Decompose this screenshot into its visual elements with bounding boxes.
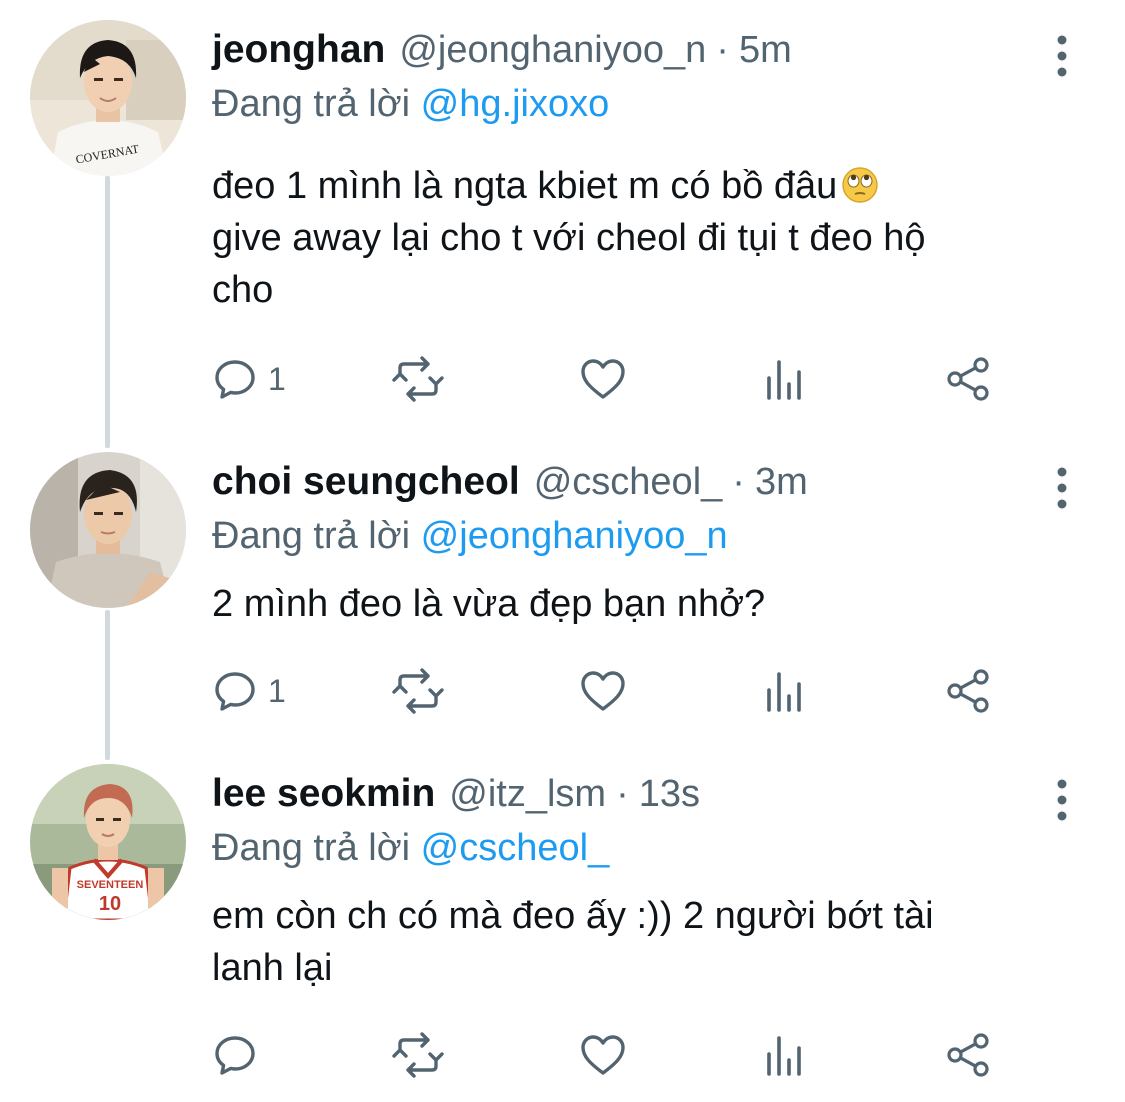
share-button[interactable]: [945, 666, 991, 716]
tweet-text-line: em còn ch có mà đeo ấy :)) 2 người bớt t…: [212, 895, 934, 937]
reply-icon[interactable]: [212, 668, 258, 714]
reply-count: 1: [268, 361, 286, 397]
retweet-button[interactable]: [390, 354, 446, 404]
tweet-text-line: lanh lại: [212, 947, 333, 989]
retweet-icon[interactable]: [390, 356, 446, 402]
tweet-time[interactable]: 5m: [739, 20, 792, 80]
author-name[interactable]: lee seokmin: [212, 764, 435, 824]
tweet-2[interactable]: choi seungcheol @cscheol_ · 3m Đang trả …: [0, 452, 1125, 732]
author-handle[interactable]: @cscheol_: [534, 452, 723, 512]
tweet-actions: 1: [212, 354, 1012, 404]
retweet-button[interactable]: [390, 1030, 446, 1080]
tweet-text-segment: đeo 1 mình là ngta kbiet m có bồ đâu: [212, 165, 838, 207]
replying-to-label: Đang trả lời: [212, 83, 411, 125]
tweet-text-line: cho: [212, 269, 274, 311]
reply-button[interactable]: 1: [212, 666, 286, 716]
tweet-time[interactable]: 3m: [755, 452, 808, 512]
tweet-actions: [212, 1030, 1012, 1080]
avatar-jeonghan[interactable]: COVERNAT: [30, 20, 186, 176]
tweet-1[interactable]: COVERNAT jeonghan @jeonghaniyoo_n · 5m Đ…: [0, 20, 1125, 420]
replying-to: Đang trả lời @hg.jixoxo: [212, 76, 609, 132]
author-name[interactable]: jeonghan: [212, 20, 385, 80]
reply-icon[interactable]: [212, 1032, 258, 1078]
tweet-text-line: đeo 1 mình là ngta kbiet m có bồ đâu: [212, 160, 1092, 212]
views-button[interactable]: [765, 666, 805, 716]
separator-dot: ·: [716, 29, 729, 71]
reply-button[interactable]: 1: [212, 354, 286, 404]
share-icon[interactable]: [945, 1032, 991, 1078]
avatar-jersey-text: SEVENTEEN: [77, 879, 144, 891]
views-icon[interactable]: [765, 668, 805, 714]
views-button[interactable]: [765, 1030, 805, 1080]
reply-count: 1: [268, 673, 286, 709]
tweet-header: choi seungcheol @cscheol_ · 3m: [212, 452, 808, 512]
retweet-icon[interactable]: [390, 1032, 446, 1078]
views-icon[interactable]: [765, 1032, 805, 1078]
separator-dot: ·: [616, 773, 629, 815]
tweet-text: 2 mình đeo là vừa đẹp bạn nhở?: [212, 578, 1092, 630]
author-handle[interactable]: @itz_lsm: [449, 764, 606, 824]
share-button[interactable]: [945, 1030, 991, 1080]
tweet-text-line: give away lại cho t với cheol đi tụi t đ…: [212, 217, 926, 259]
replying-to: Đang trả lời @jeonghaniyoo_n: [212, 508, 728, 564]
author-handle[interactable]: @jeonghaniyoo_n: [399, 20, 706, 80]
tweet-header: lee seokmin @itz_lsm · 13s: [212, 764, 700, 824]
tweet-text: đeo 1 mình là ngta kbiet m có bồ đâu giv…: [212, 160, 1092, 316]
like-button[interactable]: [579, 1030, 627, 1080]
more-icon[interactable]: [1048, 466, 1076, 510]
tweet-header: jeonghan @jeonghaniyoo_n · 5m: [212, 20, 792, 80]
retweet-button[interactable]: [390, 666, 446, 716]
retweet-icon[interactable]: [390, 668, 446, 714]
replying-to-handle[interactable]: @hg.jixoxo: [421, 83, 610, 125]
avatar-jersey-number: 10: [99, 893, 121, 915]
replying-to: Đang trả lời @cscheol_: [212, 820, 609, 876]
tweet-3[interactable]: SEVENTEEN 10 lee seokmin @itz_lsm · 13s …: [0, 764, 1125, 1094]
share-icon[interactable]: [945, 668, 991, 714]
tweet-text: em còn ch có mà đeo ấy :)) 2 người bớt t…: [212, 890, 1092, 994]
views-button[interactable]: [765, 354, 805, 404]
avatar-lee-seokmin[interactable]: SEVENTEEN 10: [30, 764, 186, 920]
avatar-choi-seungcheol[interactable]: [30, 452, 186, 608]
more-icon[interactable]: [1048, 778, 1076, 822]
replying-to-handle[interactable]: @jeonghaniyoo_n: [421, 515, 728, 557]
author-name[interactable]: choi seungcheol: [212, 452, 520, 512]
like-icon[interactable]: [579, 356, 627, 402]
share-icon[interactable]: [945, 356, 991, 402]
separator-dot: ·: [732, 461, 745, 503]
like-icon[interactable]: [579, 668, 627, 714]
tweet-time[interactable]: 13s: [639, 764, 700, 824]
reply-icon[interactable]: [212, 356, 258, 402]
like-button[interactable]: [579, 354, 627, 404]
reply-button[interactable]: [212, 1030, 268, 1080]
replying-to-handle[interactable]: @cscheol_: [421, 827, 610, 869]
tweet-actions: 1: [212, 666, 1012, 716]
tweet-text-line: 2 mình đeo là vừa đẹp bạn nhở?: [212, 583, 766, 625]
views-icon[interactable]: [765, 356, 805, 402]
face-with-rolling-eyes-icon: [841, 166, 879, 204]
like-button[interactable]: [579, 666, 627, 716]
replying-to-label: Đang trả lời: [212, 827, 411, 869]
share-button[interactable]: [945, 354, 991, 404]
more-icon[interactable]: [1048, 34, 1076, 78]
replying-to-label: Đang trả lời: [212, 515, 411, 557]
like-icon[interactable]: [579, 1032, 627, 1078]
